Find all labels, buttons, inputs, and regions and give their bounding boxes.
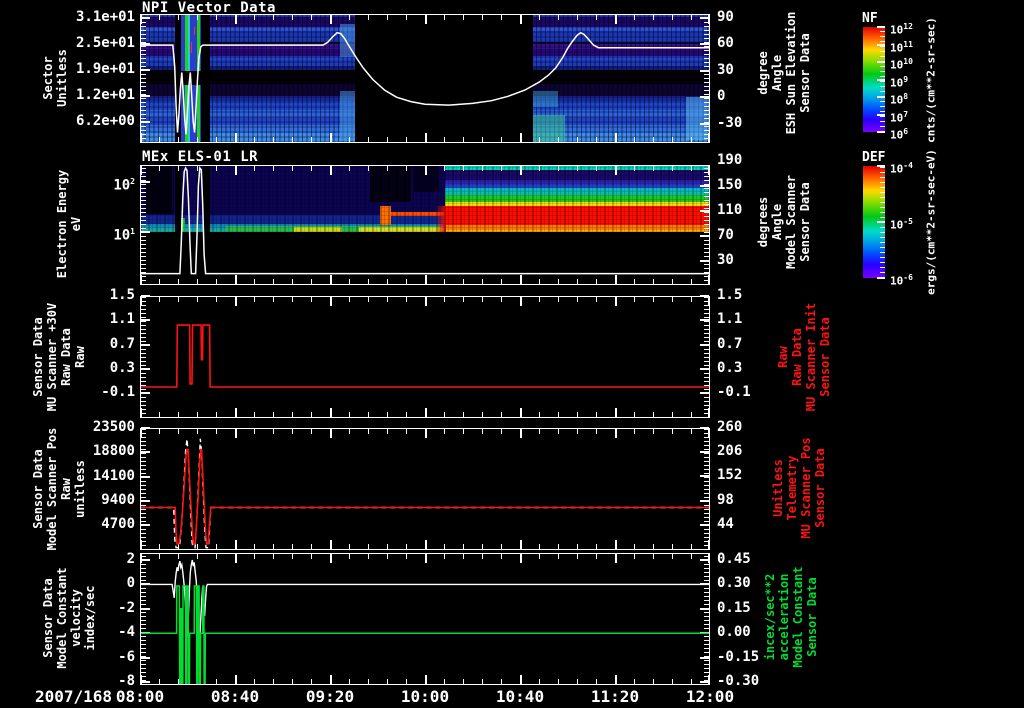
colorbar-tick-label: 109 [890, 74, 909, 90]
colorbar-major-tick [877, 277, 885, 279]
x-axis-tick-label: 10:00 [400, 687, 450, 706]
colorbar-tick-label: 10-5 [890, 217, 913, 232]
colorbar-major-tick [877, 221, 885, 223]
colorbar-major-tick [877, 26, 885, 28]
colorbar-tick-label: 1011 [890, 39, 913, 55]
colorbar-tick-label: 1012 [890, 22, 913, 37]
right-axis-tick-label: 190 [717, 151, 743, 168]
series-model-constant-velocity [140, 559, 710, 637]
colorbar-major-tick [877, 43, 885, 46]
mu-scanner-30v-series-overlay [140, 324, 710, 388]
right-axis-tick-label: 0.3 [717, 359, 743, 376]
x-axis-date-label: 2007/168 [34, 687, 112, 706]
colorbar-major-tick [877, 131, 885, 133]
x-axis-tick-label: 08:00 [115, 687, 165, 706]
right-axis-tick-label: -0.1 [717, 384, 751, 401]
panel-els-title: MEx ELS-01 LR [142, 149, 259, 165]
plot-figure: NPI Vector Data MEx ELS-01 LR 2007/168 3… [0, 0, 1024, 708]
right-axis-tick-label: 0.45 [717, 550, 751, 567]
right-axis-tick-label: 260 [717, 419, 743, 435]
right-axis-tick-label: 152 [717, 467, 743, 484]
npi-vector-colorbar-title: NF [862, 11, 878, 26]
colorbar-tick-label: 1010 [890, 57, 913, 72]
left-axis-tick-label: 2 [126, 550, 135, 567]
colorbar-major-tick [877, 78, 885, 81]
left-axis-tick-label: 6.2e+00 [75, 112, 135, 129]
x-axis-tick-label: 08:40 [210, 687, 260, 706]
series-model-constant-acceleration [140, 585, 710, 685]
right-axis-tick-label: 0.7 [717, 335, 743, 352]
colorbar-major-tick [877, 113, 885, 116]
x-axis-tick-label: 09:20 [305, 687, 355, 706]
left-axis-tick-label: 1.2e+01 [75, 86, 135, 103]
colorbar-tick-label: 108 [890, 92, 909, 107]
colorbar-tick-label: 10-4 [890, 161, 913, 176]
colorbar-tick-label: 106 [890, 127, 909, 142]
series-scanner-angle [140, 166, 710, 275]
colorbar-major-tick [877, 61, 885, 63]
left-axis-tick-label: 1.9e+01 [75, 60, 135, 77]
x-axis-tick-label: 10:40 [495, 687, 545, 706]
colorbar-tick-label: 10-6 [890, 273, 913, 288]
els-series-overlay [140, 166, 710, 275]
right-axis-tick-label: 1.5 [717, 287, 743, 303]
colorbar-major-tick [877, 96, 885, 98]
right-axis-tick-label: 206 [717, 443, 743, 460]
left-axis-tick-label: 1.5 [109, 287, 135, 303]
series-mu-scanner-pos-telemetry [140, 448, 710, 545]
right-axis-tick-label: 1.1 [717, 311, 743, 328]
model-constant-series-overlay [140, 559, 710, 685]
series-mu-scanner-30v-raw [140, 324, 710, 388]
x-axis-tick-label: 11:20 [590, 687, 640, 706]
npi-vector-series-overlay [140, 31, 710, 135]
series-model-scanner-pos-raw [140, 438, 710, 549]
left-axis-tick-label: 2.5e+01 [75, 34, 135, 51]
panel-npi-vector-title: NPI Vector Data [142, 0, 276, 16]
right-axis-tick-label: 44 [717, 515, 734, 532]
scanner-pos-series-overlay [140, 438, 710, 549]
right-axis-tick-label: 98 [717, 491, 734, 508]
colorbar-major-tick [877, 165, 885, 167]
els-colorbar-title: DEF [862, 150, 886, 165]
left-axis-tick-label: 3.1e+01 [75, 8, 135, 25]
colorbar-tick-label: 107 [890, 109, 909, 125]
series-sun-elevation-angle [140, 31, 710, 135]
x-axis-tick-label: 12:00 [685, 687, 735, 706]
